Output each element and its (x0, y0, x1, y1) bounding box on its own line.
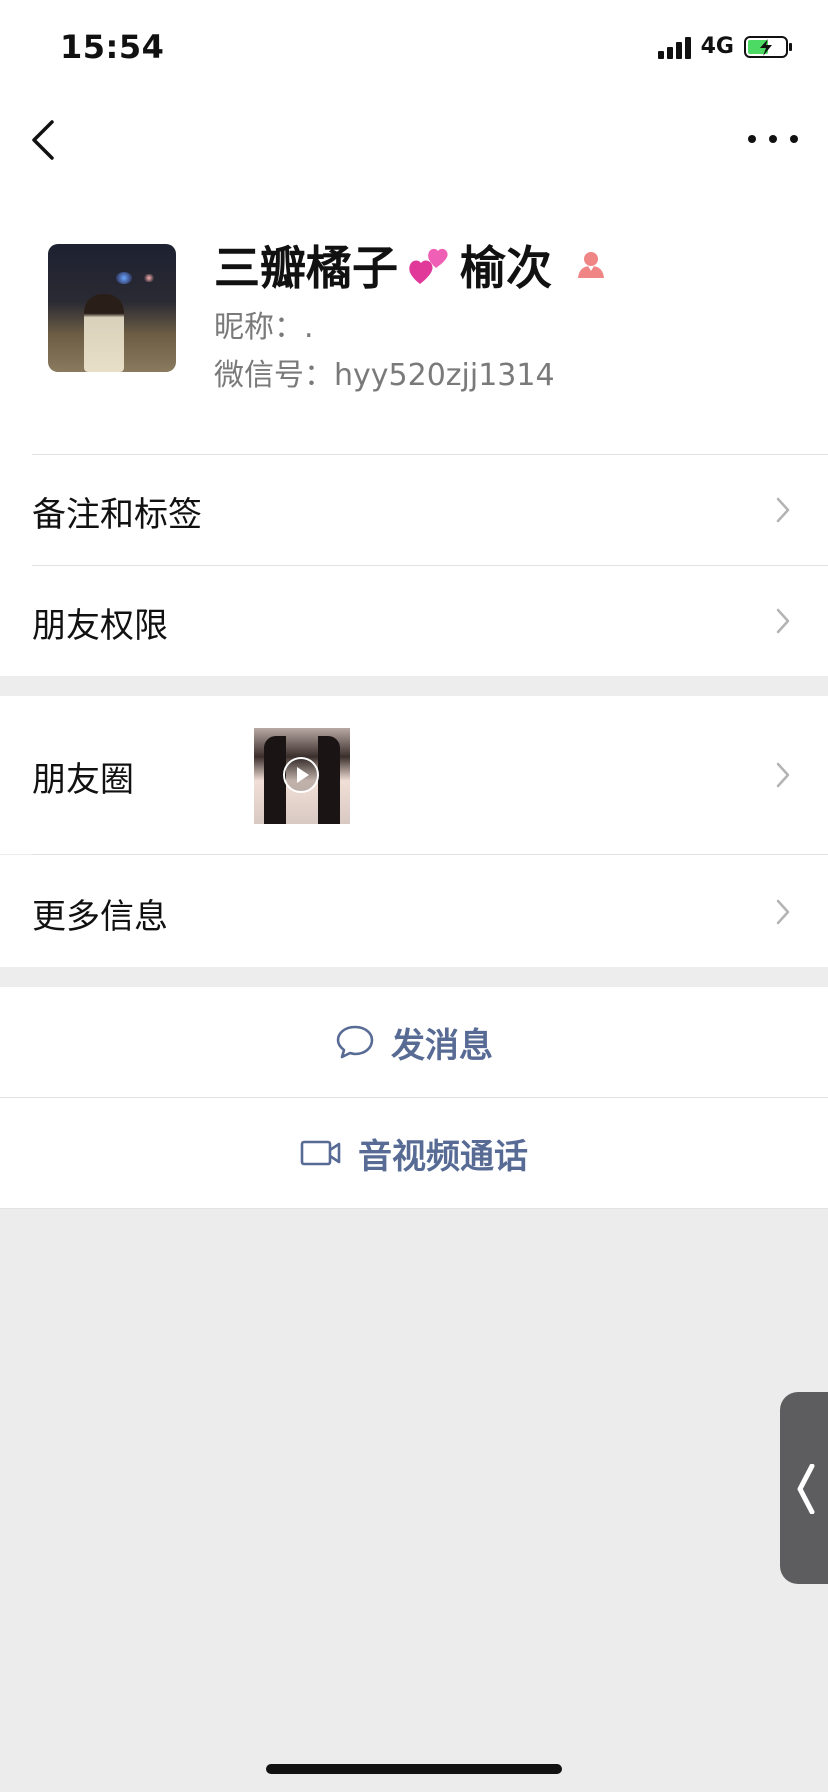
network-label: 4G (700, 34, 734, 59)
av-call-label: 音视频通话 (358, 1136, 528, 1177)
row-more-info[interactable]: 更多信息 (0, 855, 828, 967)
profile-name-part2: 榆次 (460, 241, 552, 295)
chat-bubble-icon (336, 1025, 374, 1059)
home-indicator[interactable] (266, 1764, 562, 1774)
av-call-button[interactable]: 音视频通话 (0, 1098, 828, 1208)
nickname: 昵称：. (214, 310, 314, 345)
send-message-button[interactable]: 发消息 (0, 987, 828, 1097)
video-camera-icon (300, 1140, 341, 1166)
status-time: 15:54 (60, 28, 165, 66)
profile-name: 三瓣橘子 榆次 (214, 232, 608, 298)
row-remark-tags-label: 备注和标签 (32, 495, 202, 535)
more-dot-icon (769, 135, 777, 143)
chevron-left-icon (797, 1464, 815, 1514)
chevron-right-icon (776, 497, 790, 523)
profile-name-part1: 三瓣橘子 (214, 241, 398, 295)
row-more-info-label: 更多信息 (32, 897, 168, 937)
row-friend-permissions[interactable]: 朋友权限 (0, 566, 828, 676)
female-icon (578, 252, 604, 278)
two-hearts-icon (406, 242, 452, 288)
section-gap (0, 967, 828, 987)
chevron-right-icon (776, 899, 790, 925)
floating-side-handle[interactable] (780, 1392, 828, 1584)
row-moments-label: 朋友圈 (32, 760, 134, 800)
divider (0, 1208, 828, 1209)
back-button[interactable] (24, 118, 64, 162)
moments-thumbnail (254, 728, 350, 824)
section-gap (0, 676, 828, 696)
send-message-label: 发消息 (391, 1025, 493, 1066)
battery-icon (744, 35, 792, 58)
chevron-left-icon (32, 120, 54, 160)
signal-icon (657, 35, 691, 59)
more-dot-icon (790, 135, 798, 143)
status-indicators: 4G (657, 34, 794, 59)
chevron-right-icon (776, 762, 790, 788)
row-moments[interactable]: 朋友圈 (0, 696, 828, 854)
wechat-id: 微信号：hyy520zjj1314 (214, 358, 555, 393)
row-remark-tags[interactable]: 备注和标签 (0, 455, 828, 565)
more-dot-icon (748, 135, 756, 143)
chevron-right-icon (776, 608, 790, 634)
avatar[interactable] (48, 244, 176, 372)
play-icon (283, 757, 319, 793)
row-friend-permissions-label: 朋友权限 (32, 606, 168, 646)
more-button[interactable] (748, 124, 798, 154)
